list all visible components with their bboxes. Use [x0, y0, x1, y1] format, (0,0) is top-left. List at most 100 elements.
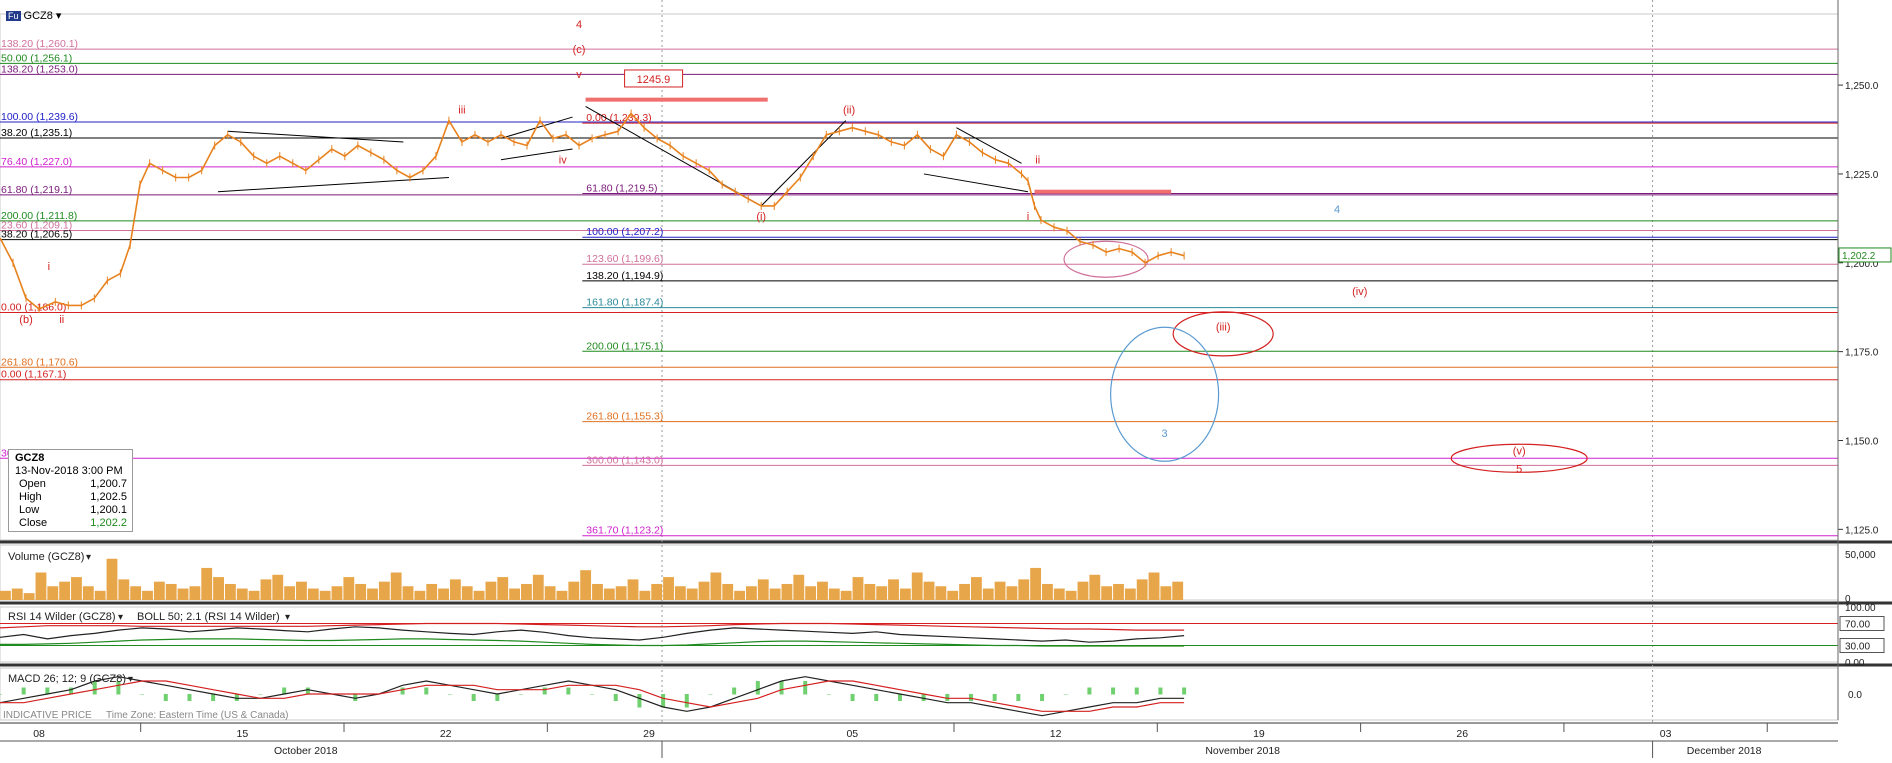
macd-tick-label: 0.0: [1848, 690, 1862, 701]
volume-bar: [746, 586, 757, 600]
volume-bar: [947, 590, 959, 600]
volume-bar: [319, 590, 331, 600]
symbol-header[interactable]: Fu GCZ8 ▾: [6, 9, 61, 22]
x-month-label: December 2018: [1687, 745, 1762, 757]
wave-label: (v): [1513, 446, 1526, 458]
volume-bar: [521, 583, 532, 600]
volume-bar: [260, 579, 272, 600]
volume-bar: [994, 581, 1006, 600]
volume-bar: [189, 586, 201, 600]
ohlc-datetime: 13-Nov-2018 3:00 PM: [15, 465, 123, 477]
ohlc-symbol: GCZ8: [15, 452, 45, 464]
wave-label: (ii): [843, 105, 855, 117]
macd-histogram-bar: [992, 694, 997, 701]
volume-bar: [805, 586, 817, 600]
fib-level-label: 200.00 (1,175.1): [586, 340, 663, 352]
y-tick-label: 1,150.0: [1845, 436, 1879, 447]
macd-histogram-bar: [258, 694, 263, 695]
volume-bar: [674, 586, 686, 600]
volume-bar: [402, 586, 414, 600]
volume-title: Volume (GCZ8): [8, 551, 84, 563]
fib-level-label: 138.20 (1,253.0): [1, 63, 78, 75]
macd-histogram-bar: [661, 694, 666, 708]
volume-tick-label: 50,000: [1845, 550, 1876, 561]
wave-label: 3: [1162, 428, 1168, 440]
volume-bar: [201, 567, 213, 600]
volume-bar: [130, 586, 142, 600]
fib-level-label: 138.20 (1,260.1): [1, 38, 78, 50]
x-tick-label: 08: [33, 728, 45, 740]
volume-bar: [106, 558, 118, 600]
volume-bar: [59, 581, 71, 600]
chevron-down-icon: ▾: [285, 612, 290, 623]
volume-bar: [284, 586, 296, 600]
macd-histogram-bar: [779, 681, 784, 695]
chevron-down-icon[interactable]: ▾: [53, 10, 62, 22]
volume-bar: [828, 588, 840, 600]
macd-histogram-bar: [803, 681, 808, 695]
macd-histogram-bar: [897, 694, 902, 701]
exchange-badge: Fu: [6, 11, 21, 21]
volume-bar: [1172, 581, 1184, 600]
volume-bar: [355, 583, 367, 600]
volume-bar: [1053, 588, 1065, 600]
volume-bar: [1136, 579, 1148, 600]
volume-bar: [1148, 572, 1160, 600]
macd-histogram-bar: [613, 694, 618, 701]
wave-label: (iv): [1352, 286, 1367, 298]
macd-histogram-bar: [519, 694, 524, 695]
x-month-label: October 2018: [274, 745, 338, 757]
macd-histogram-bar: [211, 694, 216, 701]
x-tick-label: 15: [237, 728, 249, 740]
ohlc-value: 1,202.5: [90, 491, 127, 503]
macd-histogram-bar: [566, 687, 571, 695]
macd-title: MACD 26; 12; 9 (GCZ8): [8, 673, 126, 685]
volume-bar: [509, 588, 521, 600]
y-tick-label: 1,250.0: [1845, 81, 1879, 92]
last-price-label: 1,202.2: [1842, 251, 1876, 262]
macd-histogram-bar: [968, 694, 973, 701]
volume-bar: [1018, 579, 1030, 600]
volume-bar: [757, 579, 769, 600]
fib-level-label: 261.80 (1,155.3): [586, 411, 663, 423]
price-zone-bar: [1034, 189, 1172, 194]
volume-bar: [165, 583, 177, 600]
macd-histogram-bar: [187, 694, 192, 701]
rsi-tick-label: 70.00: [1845, 620, 1870, 631]
volume-bar: [544, 586, 556, 600]
volume-bar: [473, 590, 485, 600]
macd-histogram-bar: [1134, 687, 1139, 695]
chart-svg[interactable]: 138.20 (1,260.1)50.00 (1,256.1)138.20 (1…: [0, 0, 1892, 758]
volume-bar: [663, 577, 674, 600]
fib-level-label: 300.00 (1,143.0): [586, 454, 663, 466]
macd-histogram-bar: [850, 694, 855, 701]
volume-bar: [142, 590, 153, 600]
ohlc-key: Open: [19, 478, 46, 490]
wave-label: i: [48, 261, 50, 273]
fib-level-label: 61.80 (1,219.5): [586, 182, 657, 194]
volume-bar: [367, 588, 378, 600]
ohlc-value: 1,200.1: [90, 504, 127, 516]
volume-bar: [899, 588, 911, 600]
ohlc-key: Low: [19, 504, 40, 516]
macd-histogram-bar: [424, 687, 429, 695]
fib-level-label: 261.80 (1,170.6): [1, 356, 78, 368]
chart-stage[interactable]: 138.20 (1,260.1) 50.00 (1,256.1) 138.20 (1…: [0, 0, 1892, 758]
rsi-tick-label: 0.00: [1845, 658, 1865, 669]
volume-bar: [852, 577, 864, 600]
volume-bar: [817, 581, 828, 600]
volume-bar: [864, 583, 876, 600]
wave-label: 4: [1334, 204, 1340, 216]
volume-bar: [272, 574, 284, 600]
y-tick-label: 1,175.0: [1845, 348, 1879, 359]
volume-bar: [426, 583, 438, 600]
volume-bar: [580, 570, 592, 600]
volume-bar: [248, 590, 260, 600]
macd-histogram-bar: [1158, 687, 1163, 695]
wave-label: 5: [1516, 463, 1522, 475]
volume-bar: [497, 577, 509, 600]
volume-bar: [1160, 586, 1172, 600]
wave-label: ii: [59, 314, 64, 326]
macd-histogram-bar: [732, 687, 737, 695]
volume-bar: [177, 588, 189, 600]
